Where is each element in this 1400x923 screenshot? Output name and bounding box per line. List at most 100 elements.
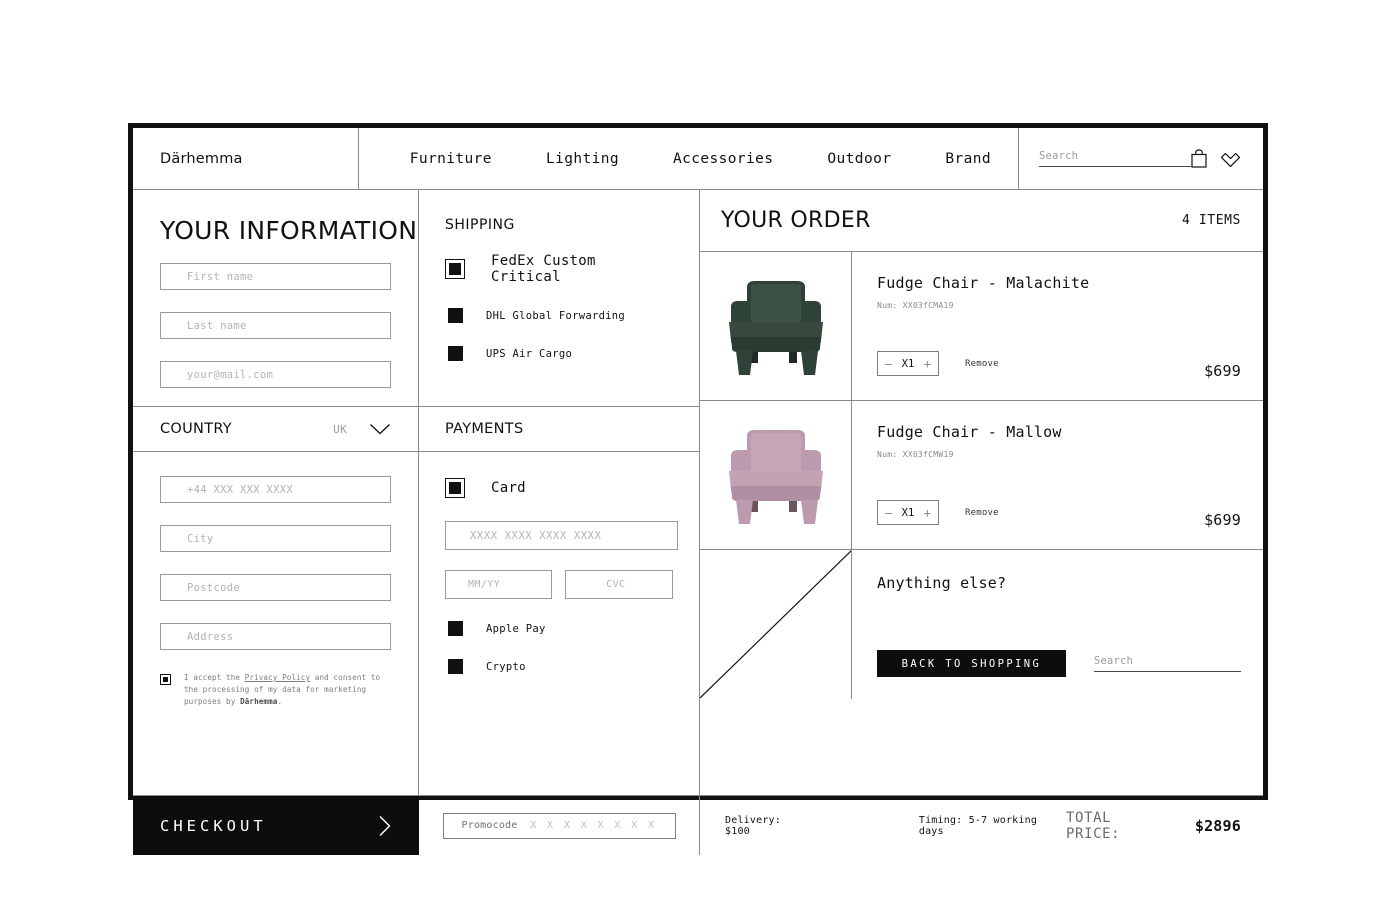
increase-quantity-button[interactable]: + <box>924 357 931 371</box>
promocode-label: Promocode <box>461 820 518 831</box>
quantity-stepper[interactable]: – X1 + <box>877 500 939 525</box>
decrease-quantity-button[interactable]: – <box>885 506 892 520</box>
order-item-row: Fudge Chair - Malachite Num: XX03fCMA19 … <box>700 252 1263 401</box>
card-number-input[interactable]: XXXX XXXX XXXX XXXX <box>445 521 678 550</box>
order-header: YOUR ORDER 4 ITEMS <box>700 190 1263 252</box>
payment-label-card: Card <box>491 480 526 496</box>
quantity-stepper[interactable]: – X1 + <box>877 351 939 376</box>
payment-option-apple-pay[interactable]: Apple Pay <box>445 621 673 636</box>
phone-input[interactable]: +44 XXX XXX XXXX <box>160 476 391 503</box>
product-number: Num: XX03fCMW19 <box>877 450 954 459</box>
address-section: +44 XXX XXX XXXX City Postcode Address I… <box>133 452 418 795</box>
country-selector[interactable]: COUNTRY UK <box>133 407 418 452</box>
order-item-row: Fudge Chair - Mallow Num: XX03fCMW19 – X… <box>700 401 1263 550</box>
decrease-quantity-button[interactable]: – <box>885 357 892 371</box>
email-input[interactable]: your@mail.com <box>160 361 391 388</box>
remove-item-link[interactable]: Remove <box>965 359 999 369</box>
footer-bar: CHECKOUT Promocode X X X X X X X X Deliv… <box>133 795 1263 855</box>
information-column: YOUR INFORMATION First name Last name yo… <box>133 190 419 795</box>
payment-option-card[interactable]: Card <box>445 478 673 498</box>
heart-icon[interactable] <box>1220 149 1241 168</box>
brand-cell: Därhemma <box>133 128 359 189</box>
product-number: Num: XX03fCMA19 <box>877 301 954 310</box>
header-search-input[interactable]: Search <box>1039 150 1191 167</box>
last-name-input[interactable]: Last name <box>160 312 391 339</box>
nav-item-lighting[interactable]: Lighting <box>519 151 646 167</box>
placeholder-diagonal-cell <box>700 550 852 699</box>
shipping-label-ups: UPS Air Cargo <box>486 347 573 360</box>
card-expiry-input[interactable]: MM/YY <box>445 570 553 599</box>
checkout-label: CHECKOUT <box>160 816 267 835</box>
consent-text: I accept the Privacy Policy and consent … <box>184 672 389 707</box>
address-input[interactable]: Address <box>160 623 391 650</box>
shipping-label-dhl: DHL Global Forwarding <box>486 309 626 322</box>
remove-item-link[interactable]: Remove <box>965 508 999 518</box>
chevron-down-icon[interactable] <box>369 423 391 435</box>
product-thumbnail-malachite[interactable] <box>700 252 852 400</box>
promocode-input[interactable]: Promocode X X X X X X X X <box>442 812 676 839</box>
page-title: YOUR INFORMATION <box>160 216 418 245</box>
anything-else-row: Anything else? BACK TO SHOPPING Search <box>700 550 1263 699</box>
payments-title: PAYMENTS <box>445 421 524 437</box>
order-item-details: Fudge Chair - Malachite Num: XX03fCMA19 … <box>852 252 1263 400</box>
delivery-cost: Delivery: $100 <box>725 814 781 837</box>
payment-checkbox-apple-pay[interactable] <box>448 621 463 636</box>
shipping-checkbox-dhl[interactable] <box>448 308 463 323</box>
payment-label-apple-pay: Apple Pay <box>486 622 546 635</box>
chair-image-malachite <box>717 267 835 385</box>
product-price: $699 <box>1204 511 1241 529</box>
bag-icon[interactable] <box>1191 149 1207 168</box>
checkout-button[interactable]: CHECKOUT <box>133 796 419 855</box>
payment-option-crypto[interactable]: Crypto <box>445 659 673 674</box>
payment-checkbox-crypto[interactable] <box>448 659 463 674</box>
promocode-mask: X X X X X X X X <box>530 820 657 831</box>
nav-icon-group <box>1191 149 1263 168</box>
shipping-payments-column: SHIPPING FedEx Custom Critical DHL Globa… <box>419 190 700 795</box>
delivery-timing: Timing: 5-7 working days <box>918 814 1038 837</box>
back-to-shopping-button[interactable]: BACK TO SHOPPING <box>877 650 1066 677</box>
nav-item-accessories[interactable]: Accessories <box>646 151 800 167</box>
information-section: YOUR INFORMATION First name Last name yo… <box>133 190 418 407</box>
product-thumbnail-mallow[interactable] <box>700 401 852 549</box>
card-extra-fields: MM/YY CVC <box>445 570 673 599</box>
shipping-option-ups[interactable]: UPS Air Cargo <box>445 346 673 361</box>
order-search-input[interactable]: Search <box>1093 655 1241 672</box>
shipping-checkbox-fedex[interactable] <box>445 259 465 279</box>
payments-section: Card XXXX XXXX XXXX XXXX MM/YY CVC Apple… <box>419 452 699 795</box>
quantity-controls: – X1 + Remove <box>877 351 999 376</box>
nav-item-brand[interactable]: Brand <box>918 151 1018 167</box>
consent-row: I accept the Privacy Policy and consent … <box>160 672 391 707</box>
card-cvc-input[interactable]: CVC <box>565 570 673 599</box>
total-price-label: TOTAL PRICE: <box>1066 809 1121 842</box>
increase-quantity-button[interactable]: + <box>924 506 931 520</box>
consent-checkbox[interactable] <box>160 674 171 685</box>
first-name-input[interactable]: First name <box>160 263 391 290</box>
totals-cell: Delivery: $100 Timing: 5-7 working days … <box>700 796 1263 855</box>
privacy-policy-link[interactable]: Privacy Policy <box>245 673 310 682</box>
anything-else-title: Anything else? <box>877 574 1007 592</box>
payment-checkbox-card[interactable] <box>445 478 465 498</box>
payment-label-crypto: Crypto <box>486 660 526 673</box>
shipping-option-fedex[interactable]: FedEx Custom Critical <box>445 253 673 285</box>
payments-header: PAYMENTS <box>419 407 699 452</box>
nav-item-outdoor[interactable]: Outdoor <box>800 151 918 167</box>
quantity-controls: – X1 + Remove <box>877 500 999 525</box>
nav-right-cluster: Search <box>1018 128 1263 189</box>
order-items-count: 4 ITEMS <box>1182 213 1241 228</box>
order-item-details: Fudge Chair - Mallow Num: XX03fCMW19 – X… <box>852 401 1263 549</box>
promocode-cell: Promocode X X X X X X X X <box>419 796 700 855</box>
city-input[interactable]: City <box>160 525 391 552</box>
shipping-checkbox-ups[interactable] <box>448 346 463 361</box>
anything-else-actions: BACK TO SHOPPING Search <box>877 650 1241 677</box>
brand-logo[interactable]: Därhemma <box>160 151 243 167</box>
postcode-input[interactable]: Postcode <box>160 574 391 601</box>
diagonal-line-icon <box>700 550 851 698</box>
consent-brand: Därhemma <box>240 696 278 706</box>
product-price: $699 <box>1204 362 1241 380</box>
shipping-section: SHIPPING FedEx Custom Critical DHL Globa… <box>419 190 699 407</box>
main-content: YOUR INFORMATION First name Last name yo… <box>133 190 1263 795</box>
nav-item-furniture[interactable]: Furniture <box>383 151 519 167</box>
anything-else-panel: Anything else? BACK TO SHOPPING Search <box>852 550 1263 699</box>
order-title: YOUR ORDER <box>721 208 871 233</box>
shipping-option-dhl[interactable]: DHL Global Forwarding <box>445 308 673 323</box>
